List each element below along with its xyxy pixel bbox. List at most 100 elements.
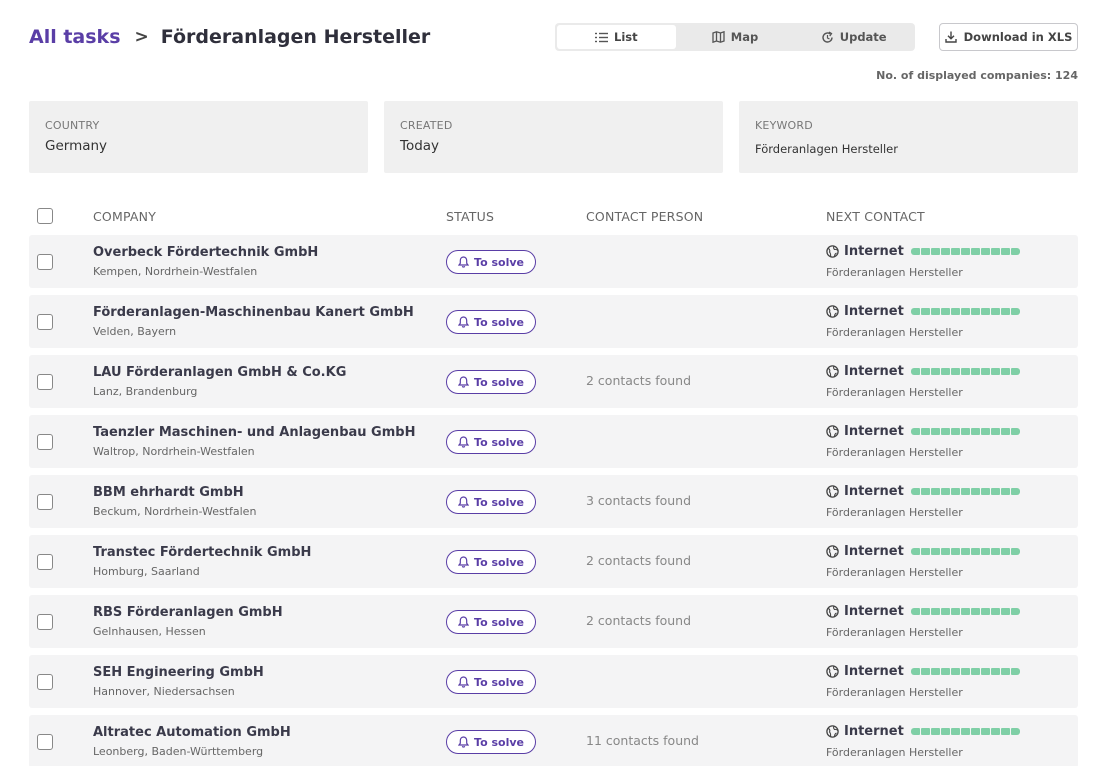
column-company-header[interactable]: COMPANY	[93, 209, 156, 224]
progress-segment	[1010, 248, 1020, 255]
globe-icon	[826, 365, 839, 378]
contacts-found[interactable]: 2 contacts found	[586, 613, 691, 628]
download-icon	[944, 31, 957, 43]
row-checkbox[interactable]	[37, 554, 53, 570]
row-checkbox[interactable]	[37, 374, 53, 390]
status-label: To solve	[474, 735, 524, 749]
progress-segment	[960, 368, 970, 375]
status-label: To solve	[474, 315, 524, 329]
row-checkbox[interactable]	[37, 254, 53, 270]
status-badge[interactable]: To solve	[446, 550, 536, 574]
company-location: Gelnhausen, Hessen	[93, 625, 206, 638]
table-row[interactable]: SEH Engineering GmbH Hannover, Niedersac…	[29, 655, 1078, 708]
status-badge[interactable]: To solve	[446, 670, 536, 694]
filter-created[interactable]: CREATED Today	[384, 101, 723, 173]
progress-segment	[930, 608, 940, 615]
next-contact-channel: Internet	[844, 424, 904, 439]
filter-keyword[interactable]: KEYWORD Förderanlagen Hersteller	[739, 101, 1078, 173]
company-name[interactable]: Förderanlagen-Maschinenbau Kanert GmbH	[93, 305, 414, 320]
progress-segment	[980, 308, 990, 315]
row-checkbox[interactable]	[37, 734, 53, 750]
download-xls-button[interactable]: Download in XLS	[939, 23, 1078, 51]
progress-segment	[980, 728, 990, 735]
next-contact: Internet	[826, 724, 1020, 739]
progress-segment	[990, 488, 1000, 495]
status-label: To solve	[474, 555, 524, 569]
company-name[interactable]: Altratec Automation GmbH	[93, 725, 291, 740]
progress-segment	[910, 668, 920, 675]
status-badge[interactable]: To solve	[446, 310, 536, 334]
table-row[interactable]: Transtec Fördertechnik GmbH Homburg, Saa…	[29, 535, 1078, 588]
company-location: Kempen, Nordrhein-Westfalen	[93, 265, 258, 278]
status-badge[interactable]: To solve	[446, 370, 536, 394]
filter-country[interactable]: COUNTRY Germany	[29, 101, 368, 173]
next-contact: Internet	[826, 664, 1020, 679]
displayed-companies-count: No. of displayed companies: 124	[876, 69, 1078, 82]
view-update-button[interactable]: Update	[794, 25, 913, 49]
company-name[interactable]: SEH Engineering GmbH	[93, 665, 264, 680]
status-badge[interactable]: To solve	[446, 250, 536, 274]
progress-segment	[950, 548, 960, 555]
row-checkbox[interactable]	[37, 614, 53, 630]
progress-segment	[1000, 608, 1010, 615]
company-name[interactable]: Taenzler Maschinen- und Anlagenbau GmbH	[93, 425, 415, 440]
view-toggle: List Map Update	[555, 23, 915, 51]
table-row[interactable]: BBM ehrhardt GmbH Beckum, Nordrhein-West…	[29, 475, 1078, 528]
table-row[interactable]: Altratec Automation GmbH Leonberg, Baden…	[29, 715, 1078, 766]
column-contact-header[interactable]: CONTACT PERSON	[586, 209, 703, 224]
view-map-button[interactable]: Map	[676, 25, 795, 49]
table-row[interactable]: Taenzler Maschinen- und Anlagenbau GmbH …	[29, 415, 1078, 468]
progress-segment	[950, 728, 960, 735]
company-name[interactable]: RBS Förderanlagen GmbH	[93, 605, 283, 620]
progress-segment	[910, 368, 920, 375]
next-contact-keyword: Förderanlagen Hersteller	[826, 506, 963, 519]
select-all-checkbox[interactable]	[37, 208, 53, 224]
company-name[interactable]: Overbeck Fördertechnik GmbH	[93, 245, 318, 260]
row-checkbox[interactable]	[37, 314, 53, 330]
bell-icon	[458, 616, 470, 628]
next-contact-channel: Internet	[844, 364, 904, 379]
status-label: To solve	[474, 375, 524, 389]
column-next-contact-header[interactable]: NEXT CONTACT	[826, 209, 925, 224]
filter-keyword-label: KEYWORD	[755, 119, 813, 132]
progress-segment	[980, 668, 990, 675]
progress-segment	[960, 488, 970, 495]
status-badge[interactable]: To solve	[446, 730, 536, 754]
status-badge[interactable]: To solve	[446, 610, 536, 634]
globe-icon	[826, 485, 839, 498]
next-contact: Internet	[826, 364, 1020, 379]
progress-segment	[990, 608, 1000, 615]
progress-segment	[1000, 548, 1010, 555]
breadcrumb-all-tasks-link[interactable]: All tasks	[29, 26, 121, 48]
progress-segment	[920, 668, 930, 675]
table-row[interactable]: LAU Förderanlagen GmbH & Co.KG Lanz, Bra…	[29, 355, 1078, 408]
table-row[interactable]: Förderanlagen-Maschinenbau Kanert GmbH V…	[29, 295, 1078, 348]
table-row[interactable]: RBS Förderanlagen GmbH Gelnhausen, Hesse…	[29, 595, 1078, 648]
company-table: Overbeck Fördertechnik GmbH Kempen, Nord…	[29, 235, 1078, 766]
progress-segment	[980, 248, 990, 255]
next-contact-channel: Internet	[844, 544, 904, 559]
progress-segment	[970, 248, 980, 255]
status-badge[interactable]: To solve	[446, 430, 536, 454]
table-row[interactable]: Overbeck Fördertechnik GmbH Kempen, Nord…	[29, 235, 1078, 288]
contacts-found[interactable]: 11 contacts found	[586, 733, 699, 748]
next-contact-keyword: Förderanlagen Hersteller	[826, 266, 963, 279]
contacts-found[interactable]: 2 contacts found	[586, 373, 691, 388]
progress-segment	[990, 728, 1000, 735]
row-checkbox[interactable]	[37, 434, 53, 450]
company-name[interactable]: Transtec Fördertechnik GmbH	[93, 545, 311, 560]
progress-segment	[910, 308, 920, 315]
progress-segment	[1010, 728, 1020, 735]
company-name[interactable]: BBM ehrhardt GmbH	[93, 485, 244, 500]
view-list-button[interactable]: List	[557, 25, 676, 49]
bell-icon	[458, 376, 470, 388]
progress-segment	[980, 428, 990, 435]
status-badge[interactable]: To solve	[446, 490, 536, 514]
row-checkbox[interactable]	[37, 674, 53, 690]
contacts-found[interactable]: 3 contacts found	[586, 493, 691, 508]
progress-segment	[970, 668, 980, 675]
company-name[interactable]: LAU Förderanlagen GmbH & Co.KG	[93, 365, 346, 380]
row-checkbox[interactable]	[37, 494, 53, 510]
column-status-header[interactable]: STATUS	[446, 209, 494, 224]
contacts-found[interactable]: 2 contacts found	[586, 553, 691, 568]
